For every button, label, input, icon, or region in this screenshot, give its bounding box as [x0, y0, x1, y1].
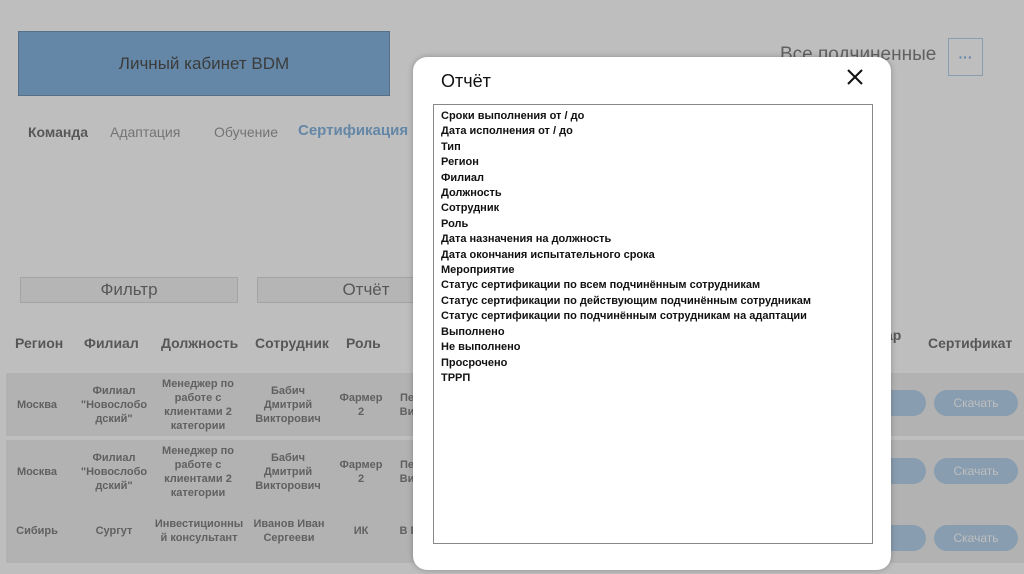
report-field-item[interactable]: Статус сертификации по всем подчинённым … — [441, 278, 865, 293]
report-field-item[interactable]: Дата исполнения от / до — [441, 124, 865, 139]
report-field-item[interactable]: Статус сертификации по действующим подчи… — [441, 294, 865, 309]
report-field-item[interactable]: Сотрудник — [441, 201, 865, 216]
modal-title: Отчёт — [441, 71, 491, 91]
report-field-item[interactable]: Дата назначения на должность — [441, 232, 865, 247]
report-field-item[interactable]: Филиал — [441, 171, 865, 186]
page: Личный кабинет BDM Все подчиненные ··· К… — [0, 0, 1024, 574]
report-field-item[interactable]: Дата окончания испытательного срока — [441, 248, 865, 263]
report-field-list: Сроки выполнения от / до Дата исполнения … — [433, 104, 873, 544]
report-field-item[interactable]: Роль — [441, 217, 865, 232]
report-field-item[interactable]: Тип — [441, 140, 865, 155]
report-field-item[interactable]: ТРРП — [441, 371, 865, 386]
report-field-item[interactable]: Просрочено — [441, 356, 865, 371]
report-modal: Отчёт Сроки выполнения от / до Дата испол… — [413, 57, 891, 570]
report-field-item[interactable]: Выполнено — [441, 325, 865, 340]
report-field-item[interactable]: Не выполнено — [441, 340, 865, 355]
report-field-item[interactable]: Мероприятие — [441, 263, 865, 278]
close-icon[interactable] — [845, 67, 865, 87]
report-field-item[interactable]: Сроки выполнения от / до — [441, 109, 865, 124]
report-field-item[interactable]: Должность — [441, 186, 865, 201]
report-field-item[interactable]: Регион — [441, 155, 865, 170]
report-field-item[interactable]: Статус сертификации по подчинённым сотру… — [441, 309, 865, 324]
